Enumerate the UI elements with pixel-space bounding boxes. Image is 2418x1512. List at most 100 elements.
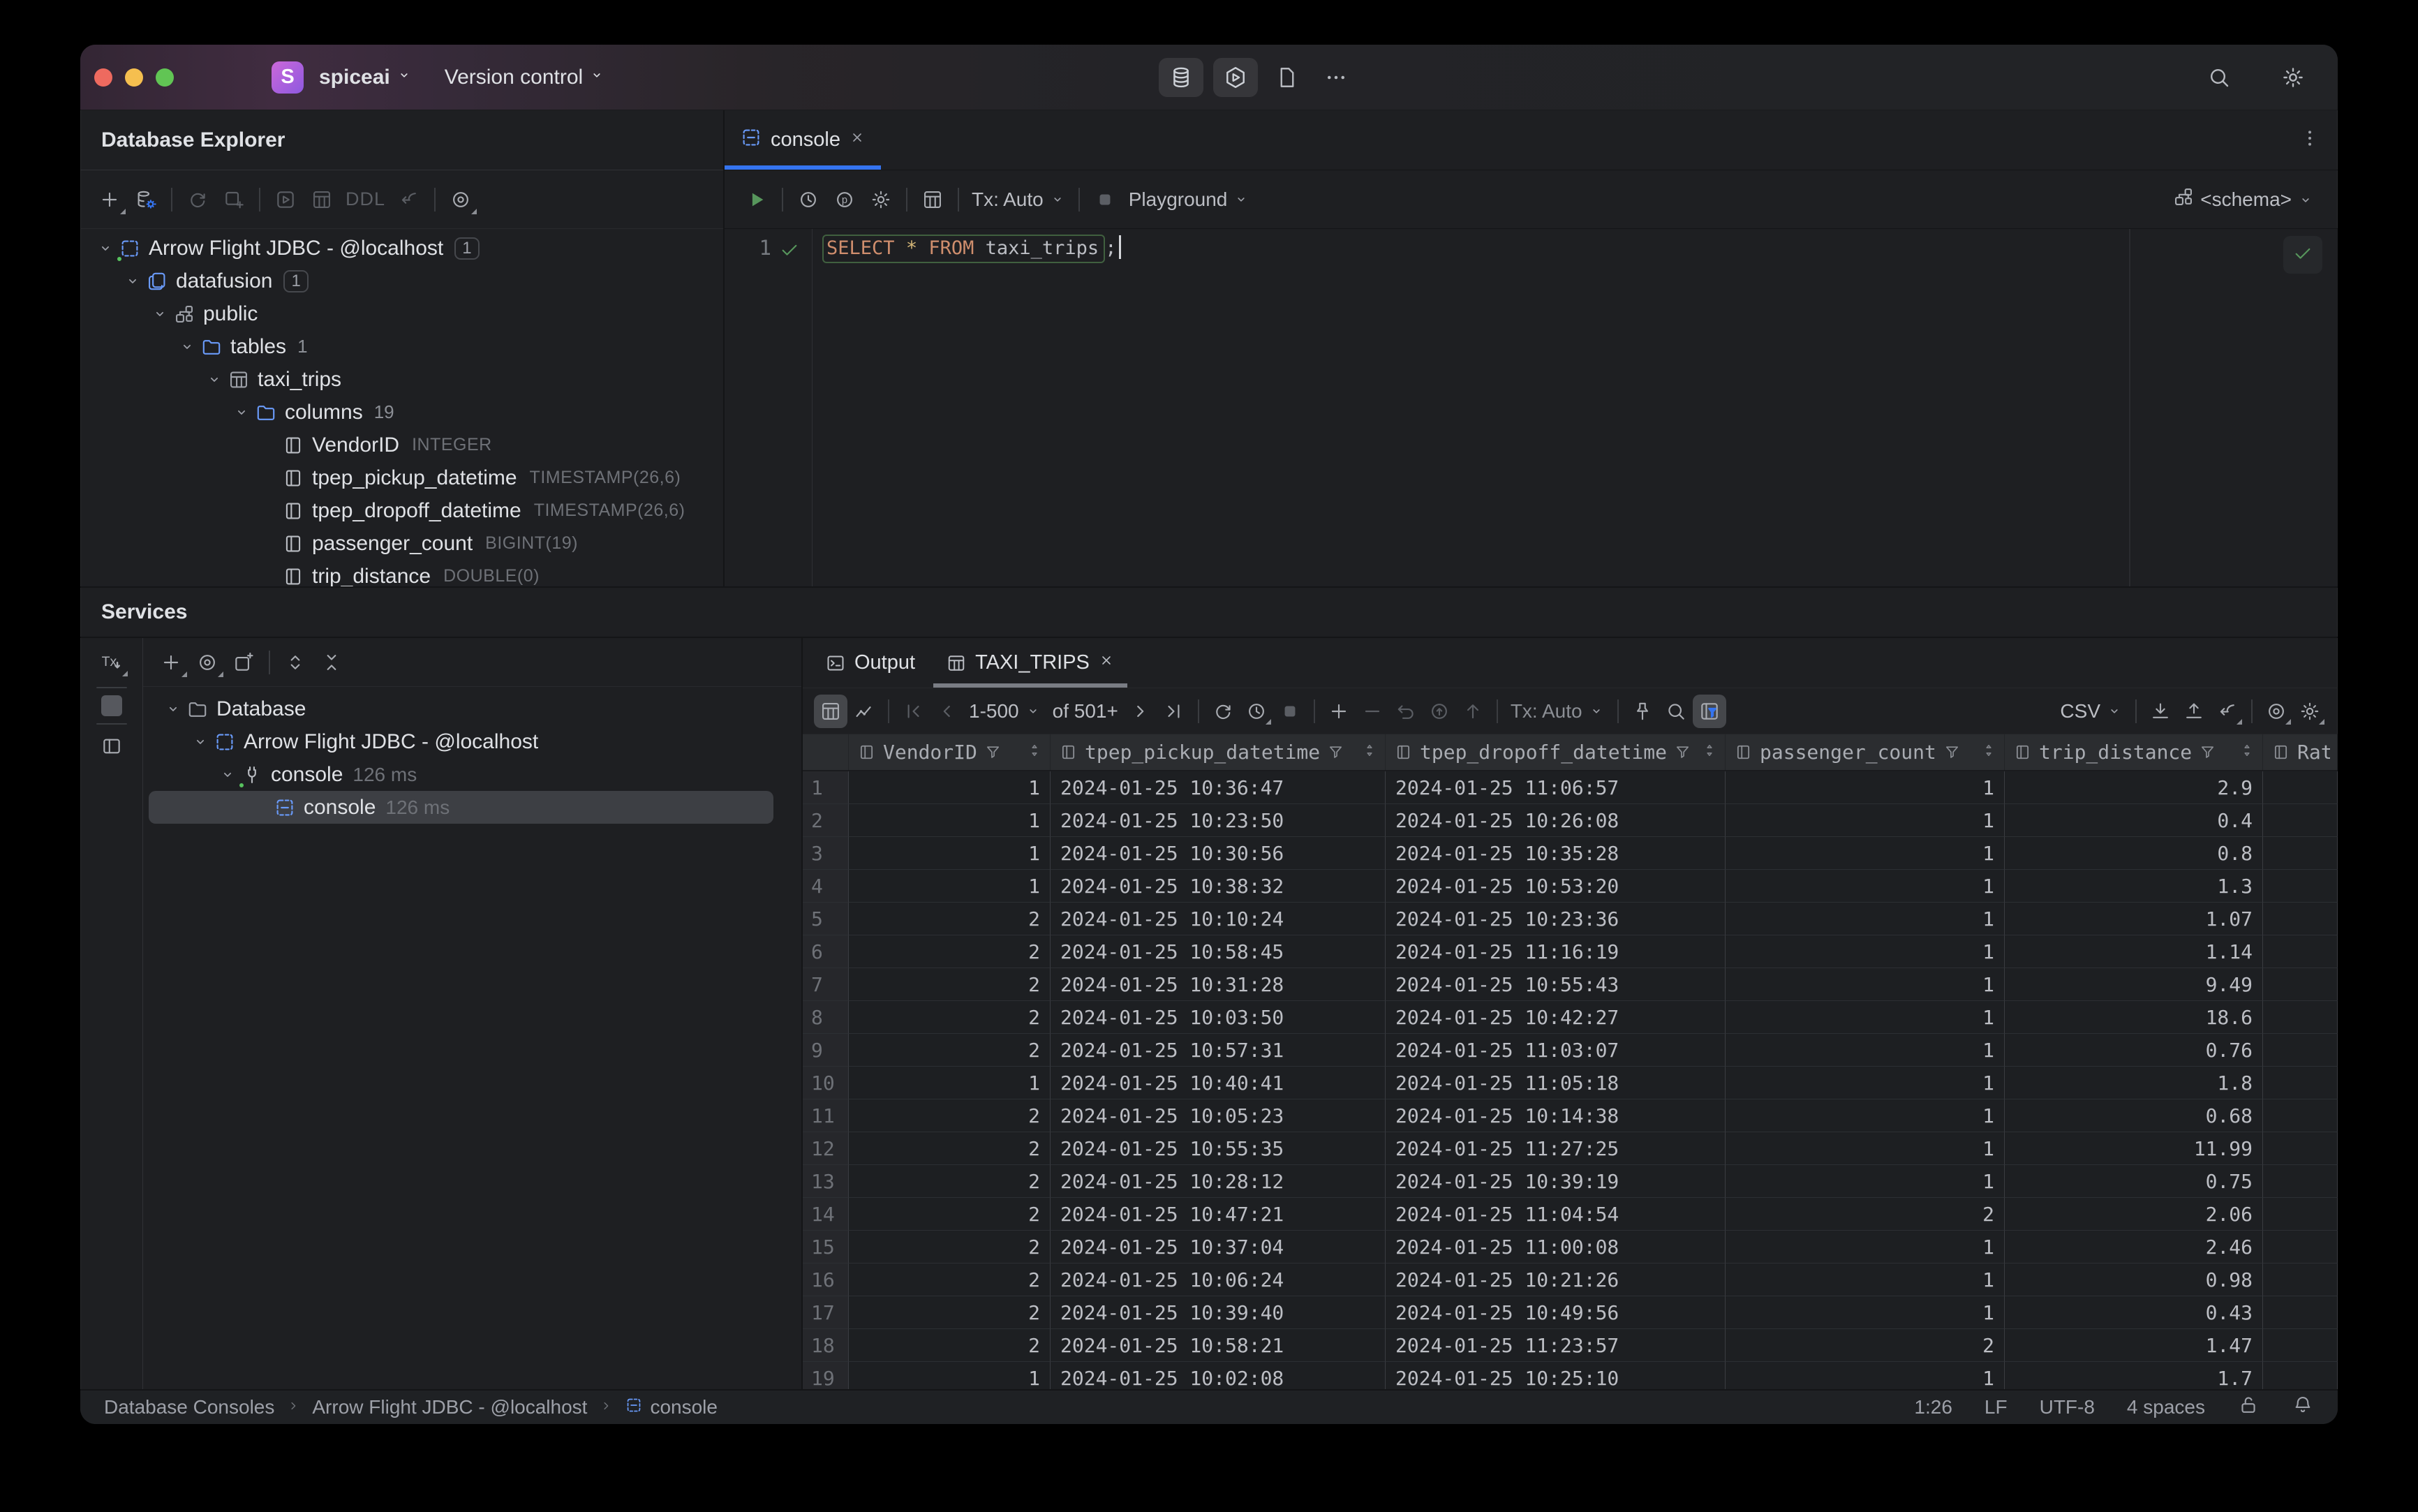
execution-history-button[interactable] xyxy=(1240,695,1273,728)
tree-item-console[interactable]: console 126 ms xyxy=(143,758,801,791)
column-header-vendorid[interactable]: VendorID xyxy=(849,734,1051,770)
sql-code-line[interactable]: SELECT * FROM taxi_trips; xyxy=(813,229,1122,586)
first-page-button[interactable] xyxy=(896,695,930,728)
chevron-down-icon[interactable] xyxy=(229,403,254,422)
tab-taxi-trips[interactable]: TAXI_TRIPS xyxy=(930,638,1130,688)
cell[interactable]: 18.6 xyxy=(2005,1001,2263,1034)
cell-rate-clipped[interactable] xyxy=(2263,1001,2338,1034)
cell-rate-clipped[interactable] xyxy=(2263,1231,2338,1263)
tab-options-kebab-icon[interactable] xyxy=(2299,127,2321,153)
cell[interactable]: 1.47 xyxy=(2005,1329,2263,1362)
cell[interactable]: 2024-01-25 10:49:56 xyxy=(1386,1296,1726,1329)
cell-rate-clipped[interactable] xyxy=(2263,1329,2338,1362)
next-page-button[interactable] xyxy=(1124,695,1157,728)
cell[interactable]: 1 xyxy=(1726,1099,2005,1132)
cell[interactable]: 2024-01-25 11:27:25 xyxy=(1386,1132,1726,1165)
cell[interactable]: 2024-01-25 10:23:50 xyxy=(1051,804,1386,837)
cell[interactable]: 2 xyxy=(849,1263,1051,1296)
submit-button[interactable] xyxy=(1456,695,1490,728)
cell[interactable]: 2024-01-25 10:21:26 xyxy=(1386,1263,1726,1296)
cell[interactable]: 2 xyxy=(849,1296,1051,1329)
breadcrumb-database-consoles[interactable]: Database Consoles xyxy=(104,1396,274,1418)
cell[interactable]: 1 xyxy=(1726,1001,2005,1034)
encoding-widget[interactable]: UTF-8 xyxy=(2040,1396,2095,1418)
cell[interactable]: 2 xyxy=(849,1231,1051,1263)
cell[interactable]: 2024-01-25 11:23:57 xyxy=(1386,1329,1726,1362)
cell[interactable]: 2024-01-25 10:53:20 xyxy=(1386,870,1726,903)
last-page-button[interactable] xyxy=(1157,695,1191,728)
find-in-grid-button[interactable] xyxy=(1659,695,1693,728)
sort-icon[interactable] xyxy=(1361,741,1378,764)
rollback-button[interactable] xyxy=(1423,695,1456,728)
cell[interactable]: 1 xyxy=(1726,837,2005,870)
cell[interactable]: 2 xyxy=(849,1132,1051,1165)
cell[interactable]: 2024-01-25 10:58:45 xyxy=(1051,935,1386,968)
cell[interactable]: 2.46 xyxy=(2005,1231,2263,1263)
add-service-button[interactable] xyxy=(153,644,189,681)
tree-item-tpep-dropoff-datetime[interactable]: tpep_dropoff_datetime TIMESTAMP(26,6) xyxy=(80,494,723,527)
chevron-down-icon[interactable] xyxy=(215,766,240,784)
cell[interactable]: 1 xyxy=(1726,804,2005,837)
view-options-button[interactable] xyxy=(443,181,479,218)
table-row[interactable]: 1 1 2024-01-25 10:36:47 2024-01-25 11:06:57… xyxy=(803,771,2338,804)
cell[interactable]: 2024-01-25 10:39:40 xyxy=(1051,1296,1386,1329)
chevron-down-icon[interactable] xyxy=(120,272,145,290)
cell[interactable]: 1.14 xyxy=(2005,935,2263,968)
tx-mode-select[interactable]: Tx: Auto xyxy=(966,181,1071,218)
previous-page-button[interactable] xyxy=(930,695,963,728)
table-row[interactable]: 7 2 2024-01-25 10:31:28 2024-01-25 10:55:43… xyxy=(803,968,2338,1001)
cell-rate-clipped[interactable] xyxy=(2263,771,2338,804)
cell[interactable]: 1 xyxy=(849,1362,1051,1389)
sort-icon[interactable] xyxy=(1701,741,1718,764)
cell[interactable]: 2.06 xyxy=(2005,1198,2263,1231)
cell[interactable]: 2024-01-25 11:04:54 xyxy=(1386,1198,1726,1231)
cell-rate-clipped[interactable] xyxy=(2263,903,2338,935)
cell[interactable]: 2024-01-25 10:30:56 xyxy=(1051,837,1386,870)
cell-rate-clipped[interactable] xyxy=(2263,1099,2338,1132)
cell[interactable]: 2.9 xyxy=(2005,771,2263,804)
table-row[interactable]: 10 1 2024-01-25 10:40:41 2024-01-25 11:05:1… xyxy=(803,1067,2338,1099)
zoom-window-button[interactable] xyxy=(156,68,174,87)
cell[interactable]: 2024-01-25 10:05:23 xyxy=(1051,1099,1386,1132)
tree-item-trip-distance[interactable]: trip_distance DOUBLE(0) xyxy=(80,560,723,586)
cell-rate-clipped[interactable] xyxy=(2263,968,2338,1001)
cell-rate-clipped[interactable] xyxy=(2263,1263,2338,1296)
cell-rate-clipped[interactable] xyxy=(2263,1296,2338,1329)
export-format-select[interactable]: CSV xyxy=(2054,695,2128,728)
table-row[interactable]: 3 1 2024-01-25 10:30:56 2024-01-25 10:35:28… xyxy=(803,837,2338,870)
breadcrumb-console[interactable]: console xyxy=(625,1396,718,1419)
caret-position-widget[interactable]: 1:26 xyxy=(1914,1396,1952,1418)
tree-item-tables[interactable]: tables 1 xyxy=(80,330,723,363)
cell[interactable]: 0.68 xyxy=(2005,1099,2263,1132)
cell[interactable]: 2024-01-25 10:14:38 xyxy=(1386,1099,1726,1132)
chevron-down-icon[interactable] xyxy=(202,371,227,389)
tree-item-database[interactable]: Database xyxy=(143,692,801,725)
table-row[interactable]: 17 2 2024-01-25 10:39:40 2024-01-25 10:49:5… xyxy=(803,1296,2338,1329)
cell[interactable]: 2 xyxy=(1726,1329,2005,1362)
delete-row-button[interactable] xyxy=(1356,695,1389,728)
cell[interactable]: 2024-01-25 10:31:28 xyxy=(1051,968,1386,1001)
cell[interactable]: 1 xyxy=(1726,1132,2005,1165)
chevron-down-icon[interactable] xyxy=(175,338,200,356)
table-row[interactable]: 14 2 2024-01-25 10:47:21 2024-01-25 11:04:5… xyxy=(803,1198,2338,1231)
table-row[interactable]: 12 2 2024-01-25 10:55:35 2024-01-25 11:27:2… xyxy=(803,1132,2338,1165)
table-row[interactable]: 5 2 2024-01-25 10:10:24 2024-01-25 10:23:36… xyxy=(803,903,2338,935)
minimize-window-button[interactable] xyxy=(125,68,143,87)
tree-item-vendorid[interactable]: VendorID INTEGER xyxy=(80,429,723,461)
cell[interactable]: 2024-01-25 10:02:08 xyxy=(1051,1362,1386,1389)
import-button[interactable] xyxy=(2144,695,2177,728)
cell[interactable]: 1 xyxy=(1726,1165,2005,1198)
cell[interactable]: 1.8 xyxy=(2005,1067,2263,1099)
chevron-down-icon[interactable] xyxy=(188,733,213,751)
close-icon[interactable] xyxy=(1098,651,1115,674)
column-header-tpep_dropoff_datetime[interactable]: tpep_dropoff_datetime xyxy=(1386,734,1726,770)
table-row[interactable]: 18 2 2024-01-25 10:58:21 2024-01-25 11:23:5… xyxy=(803,1329,2338,1362)
cell-rate-clipped[interactable] xyxy=(2263,1362,2338,1389)
table-row[interactable]: 16 2 2024-01-25 10:06:24 2024-01-25 10:21:2… xyxy=(803,1263,2338,1296)
cell[interactable]: 1 xyxy=(849,870,1051,903)
cell-rate-clipped[interactable] xyxy=(2263,1132,2338,1165)
grid-tx-mode-select[interactable]: Tx: Auto xyxy=(1505,695,1610,728)
tree-item-arrow-flight-jdbc-localhost[interactable]: Arrow Flight JDBC - @localhost xyxy=(143,725,801,758)
cell[interactable]: 1.07 xyxy=(2005,903,2263,935)
cell-rate-clipped[interactable] xyxy=(2263,1198,2338,1231)
